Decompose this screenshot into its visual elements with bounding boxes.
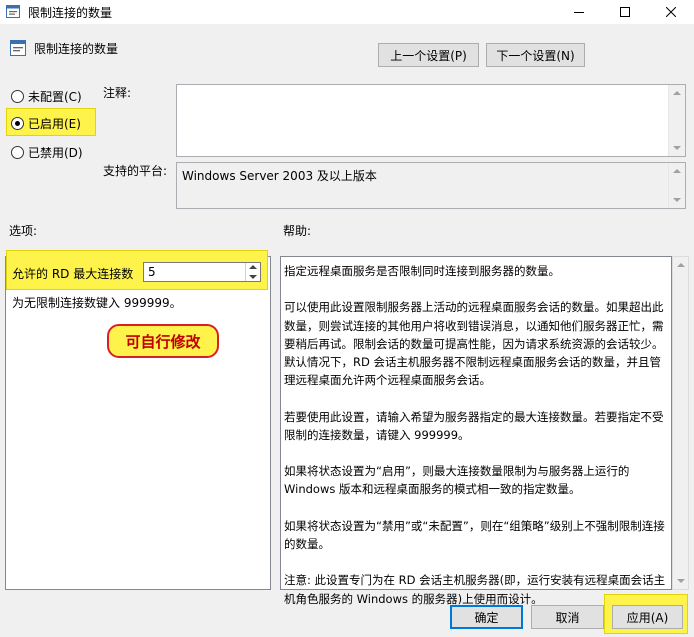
options-hint: 为无限制连接数键入 999999。 xyxy=(12,296,182,310)
annotation-bubble: 可自行修改 xyxy=(107,324,219,358)
platform-field: Windows Server 2003 及以上版本 xyxy=(176,162,686,209)
comment-scrollbar[interactable] xyxy=(668,85,685,156)
radio-not-configured[interactable]: 未配置(C) xyxy=(11,87,82,105)
radio-label: 已禁用(D) xyxy=(28,145,83,160)
max-connections-spinbox[interactable]: 5 xyxy=(143,262,261,282)
comment-textarea[interactable] xyxy=(176,84,686,157)
platform-scrollbar[interactable] xyxy=(668,163,685,208)
spin-up-icon[interactable] xyxy=(249,265,257,269)
next-setting-button[interactable]: 下一个设置(N) xyxy=(486,43,585,67)
radio-label: 未配置(C) xyxy=(28,89,82,104)
help-scrollbar[interactable] xyxy=(672,256,689,590)
platform-value: Windows Server 2003 及以上版本 xyxy=(182,169,377,183)
scroll-down-icon[interactable] xyxy=(673,146,681,150)
help-paragraph: 可以使用此设置限制服务器上活动的远程桌面服务会话的数量。如果超出此数量，则尝试连… xyxy=(284,300,664,388)
cancel-button[interactable]: 取消 xyxy=(531,605,604,629)
title-bar: 限制连接的数量 xyxy=(0,0,694,24)
help-paragraph: 若要使用此设置，请输入希望为服务器指定的最大连接数量。若要指定不受限制的连接数量… xyxy=(284,409,664,442)
close-icon xyxy=(666,7,676,17)
radio-disabled[interactable]: 已禁用(D) xyxy=(11,143,83,161)
previous-setting-button[interactable]: 上一个设置(P) xyxy=(378,43,479,67)
radio-circle xyxy=(11,89,24,103)
spin-buttons[interactable] xyxy=(245,263,260,281)
ok-button[interactable]: 确定 xyxy=(450,605,523,629)
max-connections-value: 5 xyxy=(148,265,156,279)
radio-enabled[interactable]: 已启用(E) xyxy=(11,114,81,132)
max-connections-label: 允许的 RD 最大连接数 xyxy=(12,267,134,281)
platform-label: 支持的平台: xyxy=(103,164,168,178)
help-text: 指定远程桌面服务是否限制同时连接到服务器的数量。 可以使用此设置限制服务器上活动… xyxy=(284,262,670,608)
help-label: 帮助: xyxy=(283,224,312,238)
close-button[interactable] xyxy=(648,0,694,24)
scroll-up-icon[interactable] xyxy=(677,263,685,267)
help-paragraph: 指定远程桌面服务是否限制同时连接到服务器的数量。 xyxy=(284,264,560,278)
minimize-icon xyxy=(574,12,584,13)
radio-circle xyxy=(11,116,24,130)
options-label: 选项: xyxy=(9,224,38,238)
maximize-icon xyxy=(620,7,630,17)
setting-title: 限制连接的数量 xyxy=(34,42,119,56)
policy-icon xyxy=(6,5,20,18)
scroll-down-icon[interactable] xyxy=(677,579,685,583)
apply-button[interactable]: 应用(A) xyxy=(612,605,683,629)
maximize-button[interactable] xyxy=(602,0,648,24)
window-title: 限制连接的数量 xyxy=(28,6,113,20)
comment-label: 注释: xyxy=(103,86,132,100)
radio-circle xyxy=(11,145,24,159)
scroll-down-icon[interactable] xyxy=(673,198,681,202)
scroll-up-icon[interactable] xyxy=(673,91,681,95)
help-paragraph: 如果将状态设置为“禁用”或“未配置”，则在“组策略”级别上不强制限制连接的数量。 xyxy=(284,518,665,551)
scroll-up-icon[interactable] xyxy=(673,169,681,173)
help-paragraph: 如果将状态设置为“启用”，则最大连接数量限制为与服务器上运行的 Windows … xyxy=(284,464,630,497)
setting-icon xyxy=(10,40,26,56)
spin-down-icon[interactable] xyxy=(249,275,257,279)
minimize-button[interactable] xyxy=(556,0,602,24)
radio-label: 已启用(E) xyxy=(28,116,81,131)
